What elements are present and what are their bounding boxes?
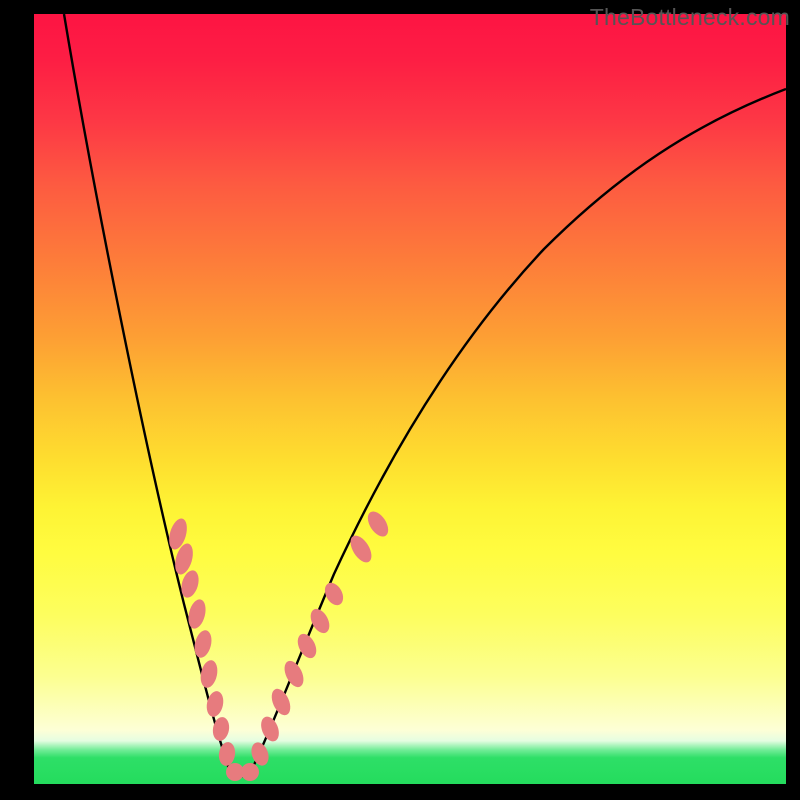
bottleneck-curve [64,14,786,777]
watermark-text: TheBottleneck.com [590,4,790,31]
curve-layer [34,14,786,784]
left-marker-cluster [166,516,244,781]
plot-area [34,14,786,784]
chart-canvas: TheBottleneck.com [0,0,800,800]
